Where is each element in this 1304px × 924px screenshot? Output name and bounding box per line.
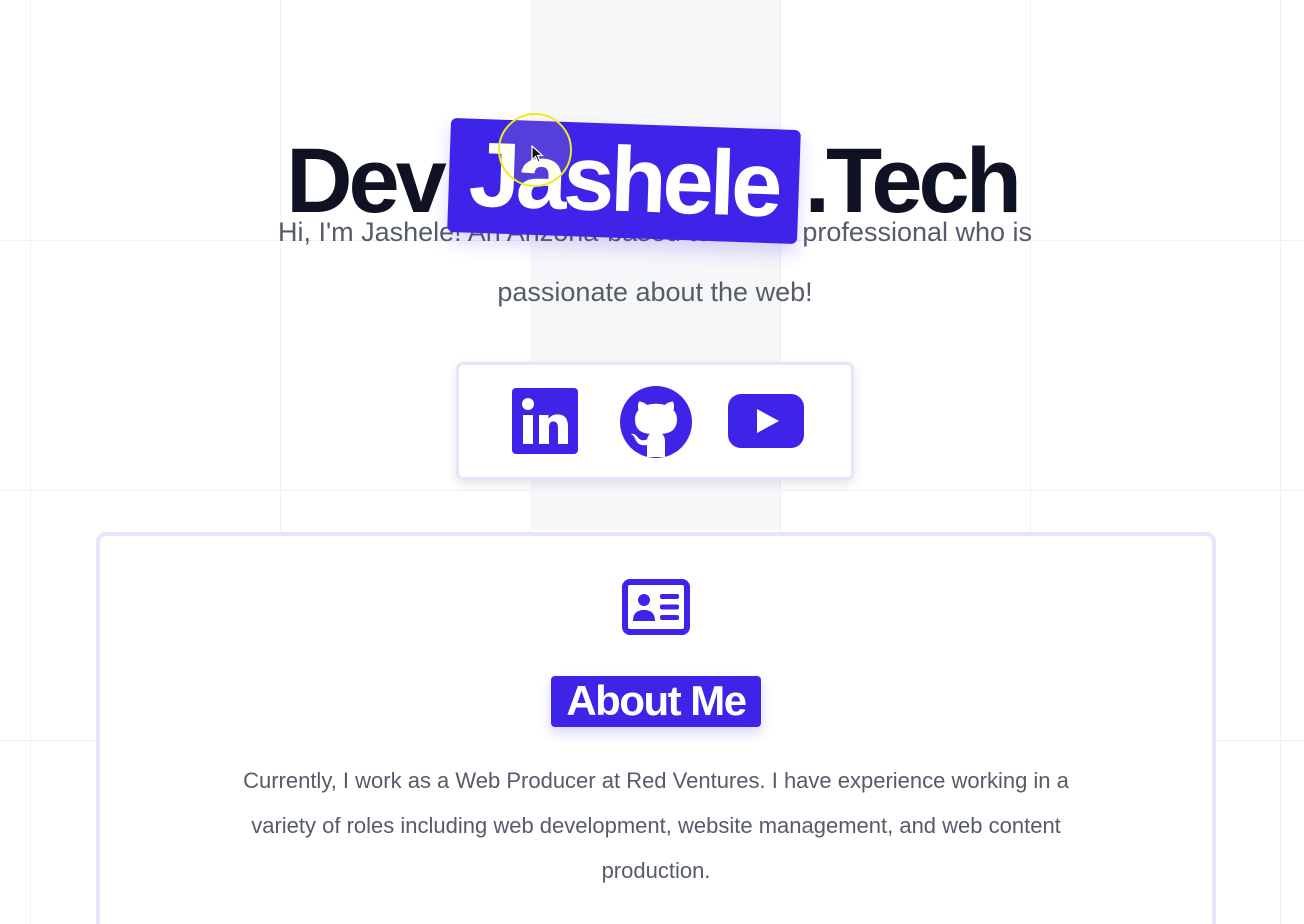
mouse-cursor-icon — [531, 145, 545, 163]
youtube-icon — [728, 394, 804, 448]
id-card-icon — [622, 579, 690, 635]
site-title: Dev Jashele .Tech — [0, 117, 1304, 244]
about-heading: About Me — [100, 676, 1212, 728]
linkedin-link[interactable] — [512, 388, 578, 454]
social-links-box — [456, 362, 854, 480]
youtube-link[interactable] — [728, 394, 804, 448]
about-text: Currently, I work as a Web Producer at R… — [243, 768, 1069, 883]
about-section: About Me Currently, I work as a Web Prod… — [96, 532, 1216, 924]
title-prefix: Dev — [286, 129, 447, 232]
github-link[interactable] — [619, 385, 693, 459]
about-heading-label: About Me — [551, 676, 761, 728]
github-icon — [620, 386, 692, 458]
page: Dev Jashele .Tech Hi, I'm Jashele! An Ar… — [0, 0, 1304, 924]
title-suffix: .Tech — [804, 129, 1021, 232]
linkedin-icon — [512, 388, 578, 454]
